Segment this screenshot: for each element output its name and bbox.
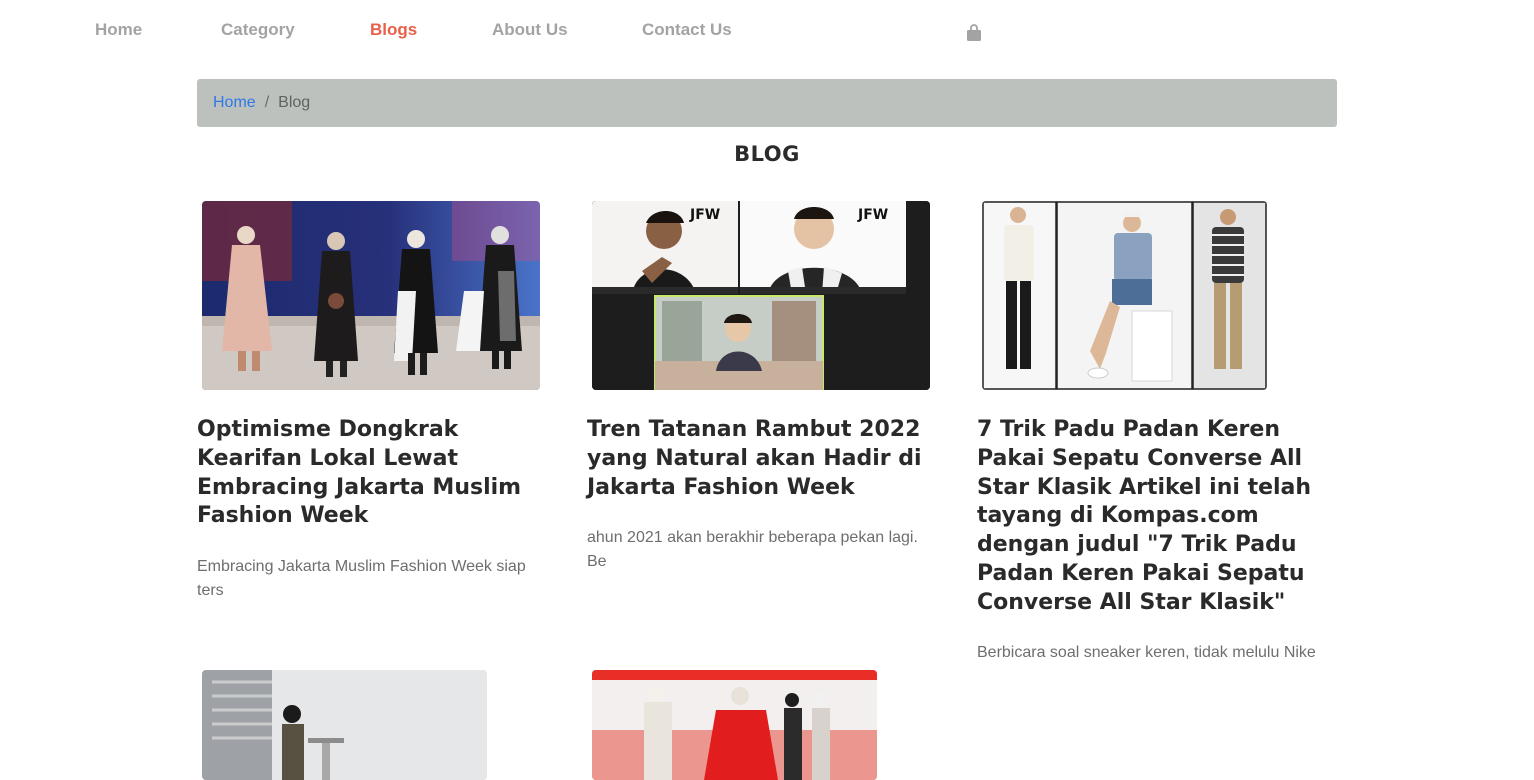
blog-card-title[interactable]: Tren Tatanan Rambut 2022 yang Natural ak…: [587, 416, 932, 502]
video-tile-label: JFW: [689, 207, 720, 223]
breadcrumb-home-link[interactable]: Home: [213, 94, 256, 112]
blog-card-image[interactable]: JFW JFW: [592, 201, 930, 390]
page-title: BLOG: [734, 142, 800, 166]
blog-card-image[interactable]: [982, 201, 1267, 390]
breadcrumb-separator: /: [264, 94, 270, 111]
nav-blogs-link[interactable]: Blogs: [370, 20, 417, 40]
blog-card-title[interactable]: Optimisme Dongkrak Kearifan Lokal Lewat …: [197, 416, 542, 531]
blog-card-excerpt: Embracing Jakarta Muslim Fashion Week si…: [197, 558, 526, 599]
blog-card-image[interactable]: [592, 670, 877, 780]
blog-card-excerpt: Berbicara soal sneaker keren, tidak melu…: [977, 644, 1316, 661]
nav-contact-us-link[interactable]: Contact Us: [642, 20, 732, 40]
shopping-bag-icon[interactable]: [966, 24, 982, 42]
breadcrumb-current: Blog: [278, 94, 311, 111]
blog-card-image[interactable]: [202, 670, 487, 780]
blog-card-title[interactable]: 7 Trik Padu Padan Keren Pakai Sepatu Con…: [977, 416, 1322, 618]
nav-home-link[interactable]: Home: [95, 20, 142, 40]
blog-card-image[interactable]: [202, 201, 540, 390]
blog-card-excerpt: ahun 2021 akan berakhir beberapa pekan l…: [587, 529, 918, 570]
top-navigation: Home Category Blogs About Us Contact Us: [0, 0, 1534, 64]
nav-category-link[interactable]: Category: [221, 20, 295, 40]
breadcrumb: Home / Blog: [197, 79, 1337, 127]
nav-about-us-link[interactable]: About Us: [492, 20, 568, 40]
video-tile-label: JFW: [857, 207, 888, 223]
